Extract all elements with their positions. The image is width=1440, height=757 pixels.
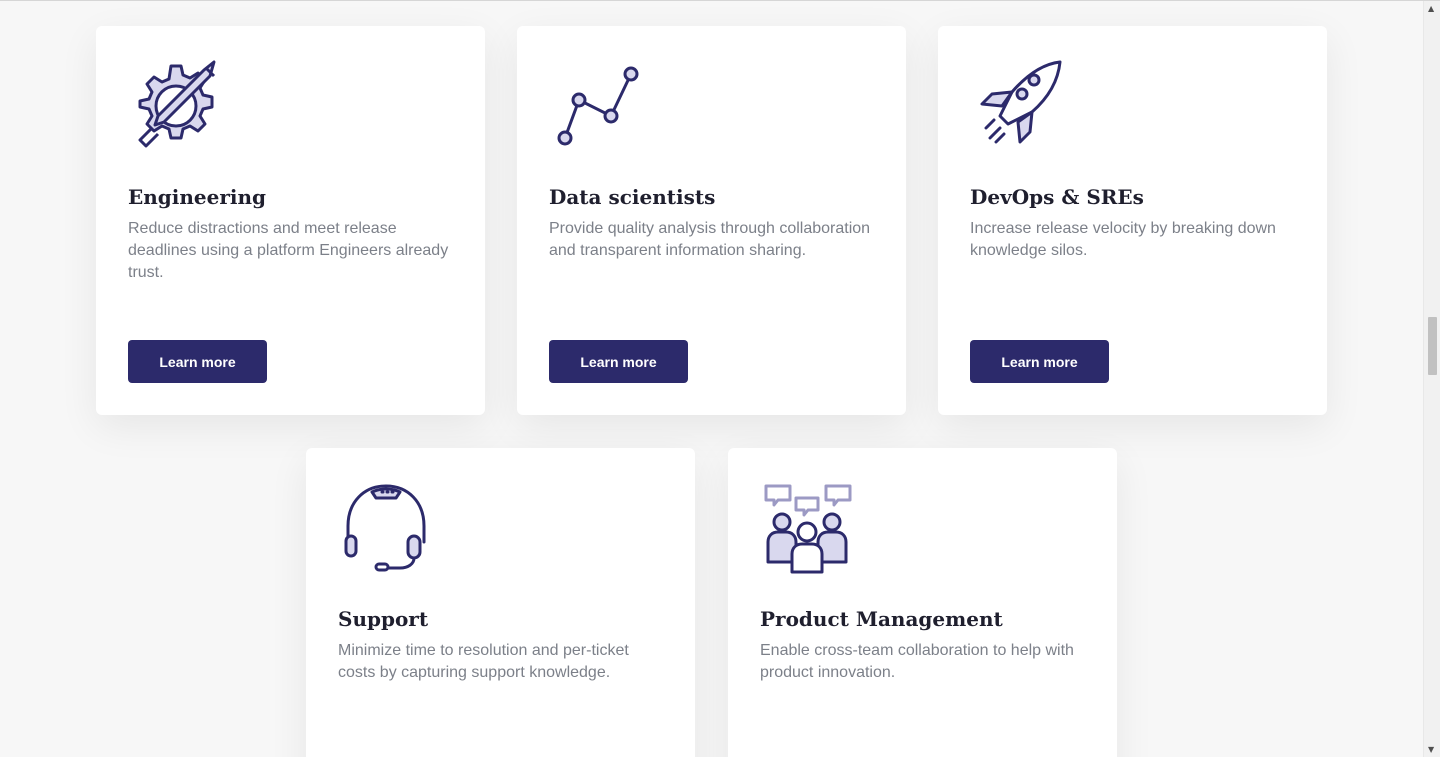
card-support: Support Minimize time to resolution and … (306, 448, 695, 757)
scrollbar-thumb[interactable] (1428, 317, 1437, 375)
page-scrollbar[interactable]: ▲ ▼ (1423, 1, 1440, 757)
card-title: Engineering (128, 185, 267, 209)
card-title: Support (338, 607, 429, 631)
card-description: Reduce distractions and meet release dea… (128, 220, 449, 281)
card-title: Data scientists (549, 185, 716, 209)
card-engineering: Engineering Reduce distractions and meet… (96, 26, 485, 415)
card-description: Enable cross-team collaboration to help … (760, 642, 1074, 681)
card-description: Provide quality analysis through collabo… (549, 220, 871, 259)
line-graph-icon (549, 58, 874, 154)
learn-more-button-engineering[interactable]: Learn more (128, 340, 267, 383)
card-description: Increase release velocity by breaking do… (970, 220, 1276, 259)
card-title: Product Management (760, 607, 1003, 631)
gear-pencil-icon (128, 58, 453, 154)
headset-icon (338, 480, 663, 576)
scroll-up-arrow-icon[interactable]: ▲ (1428, 5, 1434, 13)
team-chat-icon (760, 480, 1085, 576)
rocket-icon (970, 58, 1295, 154)
learn-more-button-data-scientists[interactable]: Learn more (549, 340, 688, 383)
scroll-down-arrow-icon[interactable]: ▼ (1428, 746, 1434, 754)
learn-more-button-devops[interactable]: Learn more (970, 340, 1109, 383)
card-description: Minimize time to resolution and per-tick… (338, 642, 629, 681)
card-devops-sres: DevOps & SREs Increase release velocity … (938, 26, 1327, 415)
card-data-scientists: Data scientists Provide quality analysis… (517, 26, 906, 415)
page-viewport: Engineering Reduce distractions and meet… (0, 0, 1440, 757)
card-product-management: Product Management Enable cross-team col… (728, 448, 1117, 757)
card-title: DevOps & SREs (970, 185, 1144, 209)
